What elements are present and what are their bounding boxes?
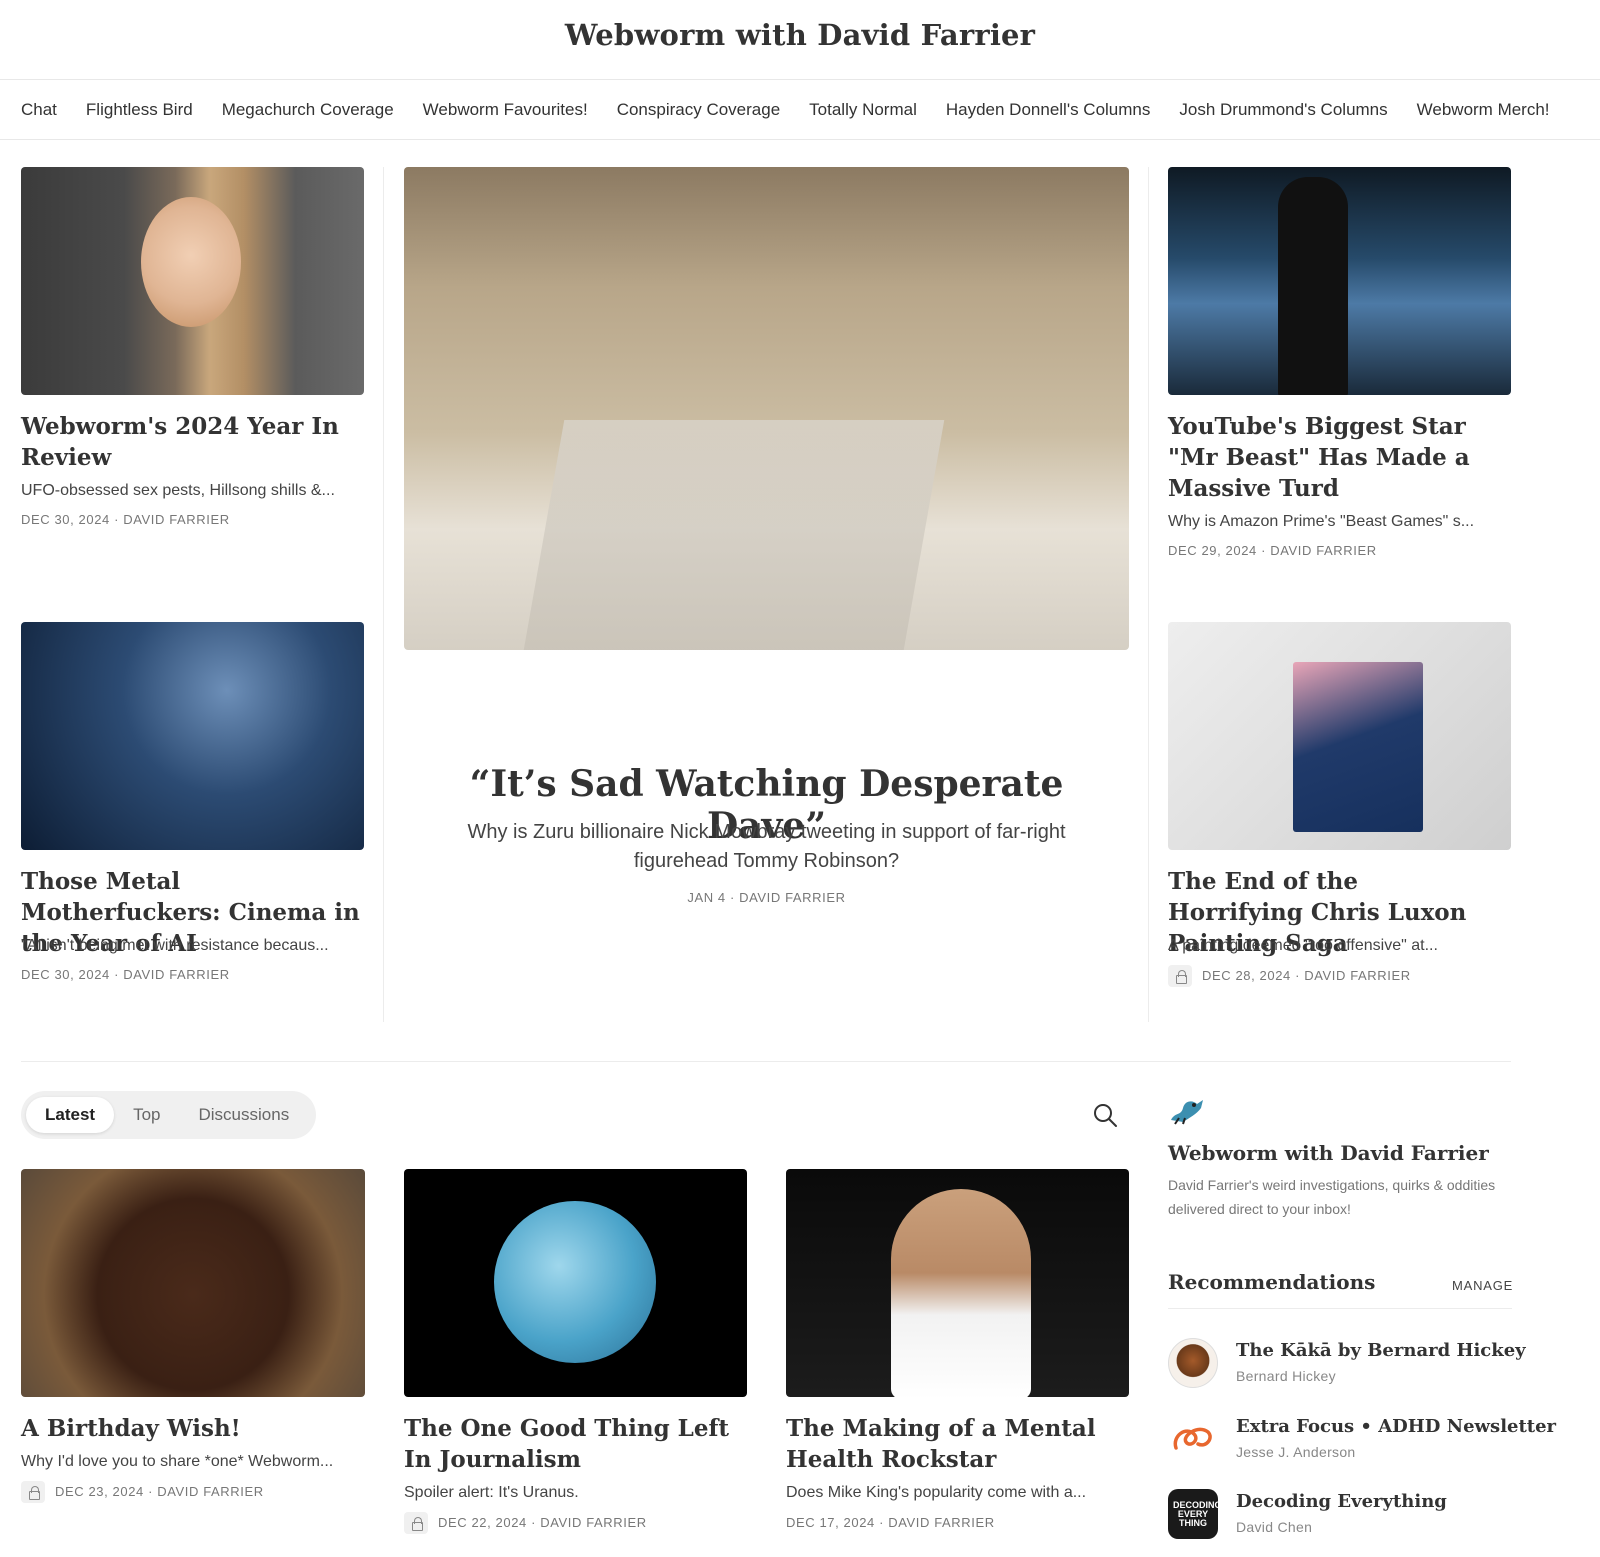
- publication-title[interactable]: Webworm with David Farrier: [1168, 1141, 1489, 1165]
- post-title-journalism[interactable]: The One Good Thing Left In Journalism: [404, 1413, 749, 1475]
- post-meta: DEC 22, 2024 · DAVID FARRIER: [438, 1515, 647, 1530]
- recommendation-author: Bernard Hickey: [1236, 1368, 1336, 1384]
- lock-icon: [1168, 965, 1192, 987]
- post-subtitle: A painting deemed "too offensive" at...: [1168, 937, 1438, 954]
- post-subtitle: "AI isn't being met with resistance beca…: [21, 937, 329, 954]
- post-title-mental-health-rockstar[interactable]: The Making of a Mental Health Rockstar: [786, 1413, 1131, 1475]
- post-meta-row: DEC 22, 2024 · DAVID FARRIER: [404, 1512, 647, 1534]
- recommendation-name: Extra Focus • ADHD Newsletter: [1236, 1416, 1557, 1437]
- nav-item-megachurch-coverage[interactable]: Megachurch Coverage: [222, 100, 394, 120]
- section-nav: Chat Flightless Bird Megachurch Coverage…: [0, 80, 1600, 140]
- post-subtitle: Why I'd love you to share *one* Webworm.…: [21, 1453, 334, 1470]
- post-meta: DEC 23, 2024 · DAVID FARRIER: [55, 1484, 264, 1499]
- recommendation-item[interactable]: Extra Focus • ADHD Newsletter Jesse J. A…: [1168, 1414, 1556, 1464]
- site-header: Webworm with David Farrier: [0, 0, 1600, 80]
- post-meta: DEC 30, 2024 · DAVID FARRIER: [21, 967, 230, 982]
- webworm-logo-icon[interactable]: [1167, 1094, 1207, 1128]
- publication-description: David Farrier's weird investigations, qu…: [1168, 1177, 1496, 1217]
- tab-top[interactable]: Top: [114, 1097, 179, 1133]
- featured-post-subtitle: Why is Zuru billionaire Nick Mowbray twe…: [467, 821, 1066, 872]
- post-subtitle: Does Mike King's popularity come with a.…: [786, 1484, 1087, 1501]
- column-divider: [1148, 167, 1149, 1022]
- nav-item-webworm-favourites[interactable]: Webworm Favourites!: [423, 100, 588, 120]
- post-meta: DEC 30, 2024 · DAVID FARRIER: [21, 512, 230, 527]
- lock-icon: [404, 1512, 428, 1534]
- post-title-year-in-review[interactable]: Webworm's 2024 Year In Review: [21, 411, 366, 473]
- post-title-mr-beast[interactable]: YouTube's Biggest Star "Mr Beast" Has Ma…: [1168, 411, 1498, 504]
- post-image-mr-beast[interactable]: [1168, 167, 1511, 395]
- post-title-birthday-wish[interactable]: A Birthday Wish!: [21, 1413, 366, 1444]
- post-image-metal-motherfuckers[interactable]: [21, 622, 364, 850]
- site-title[interactable]: Webworm with David Farrier: [0, 18, 1600, 52]
- recommendation-item[interactable]: DECODING EVERY THING Decoding Everything…: [1168, 1489, 1514, 1539]
- kaka-bird-icon: [1168, 1338, 1218, 1388]
- column-divider: [383, 167, 384, 1022]
- post-image-birthday-wish[interactable]: [21, 1169, 365, 1397]
- manage-recommendations-link[interactable]: MANAGE: [1452, 1278, 1513, 1293]
- nav-item-conspiracy-coverage[interactable]: Conspiracy Coverage: [617, 100, 780, 120]
- post-image-mental-health-rockstar[interactable]: [786, 1169, 1129, 1397]
- lock-icon: [21, 1481, 45, 1503]
- nav-item-webworm-merch[interactable]: Webworm Merch!: [1417, 100, 1550, 120]
- recommendations-divider: [1168, 1308, 1512, 1309]
- nav-item-chat[interactable]: Chat: [21, 100, 57, 120]
- tab-latest[interactable]: Latest: [26, 1097, 115, 1133]
- post-image-year-in-review[interactable]: [21, 167, 364, 395]
- featured-post-meta: JAN 4 · DAVID FARRIER: [687, 890, 846, 905]
- recommendation-author: Jesse J. Anderson: [1236, 1444, 1356, 1460]
- extra-focus-swirl-icon: [1173, 1427, 1212, 1450]
- post-meta: DEC 17, 2024 · DAVID FARRIER: [786, 1515, 995, 1530]
- post-image-desperate-dave[interactable]: [404, 167, 1129, 650]
- tab-discussions[interactable]: Discussions: [180, 1097, 309, 1133]
- post-meta-row: DEC 23, 2024 · DAVID FARRIER: [21, 1481, 264, 1503]
- post-image-uranus[interactable]: [404, 1169, 747, 1397]
- decoding-everything-logo-text: DECODING EVERY THING: [1173, 1499, 1218, 1528]
- post-tabs: Latest Top Discussions: [21, 1091, 316, 1139]
- recommendation-name: Decoding Everything: [1236, 1491, 1447, 1512]
- post-meta: DEC 28, 2024 · DAVID FARRIER: [1202, 968, 1411, 983]
- nav-item-hayden-donnell[interactable]: Hayden Donnell's Columns: [946, 100, 1151, 120]
- nav-item-flightless-bird[interactable]: Flightless Bird: [86, 100, 193, 120]
- post-image-luxon-painting[interactable]: [1168, 622, 1511, 850]
- post-meta-row: DEC 28, 2024 · DAVID FARRIER: [1168, 965, 1411, 987]
- nav-item-totally-normal[interactable]: Totally Normal: [809, 100, 917, 120]
- post-subtitle: UFO-obsessed sex pests, Hillsong shills …: [21, 482, 335, 499]
- recommendations-heading: Recommendations: [1168, 1270, 1376, 1294]
- recommendation-item[interactable]: The Kākā by Bernard Hickey Bernard Hicke…: [1168, 1338, 1526, 1388]
- recommendation-name: The Kākā by Bernard Hickey: [1236, 1340, 1526, 1361]
- post-subtitle: Spoiler alert: It's Uranus.: [404, 1484, 579, 1501]
- nav-item-josh-drummond[interactable]: Josh Drummond's Columns: [1179, 100, 1387, 120]
- decoding-everything-logo: DECODING EVERY THING: [1168, 1489, 1218, 1539]
- recommendation-author: David Chen: [1236, 1519, 1313, 1535]
- section-divider: [21, 1061, 1511, 1062]
- search-icon[interactable]: [1092, 1102, 1118, 1128]
- post-subtitle: Why is Amazon Prime's "Beast Games" s...: [1168, 513, 1475, 530]
- post-meta: DEC 29, 2024 · DAVID FARRIER: [1168, 543, 1377, 558]
